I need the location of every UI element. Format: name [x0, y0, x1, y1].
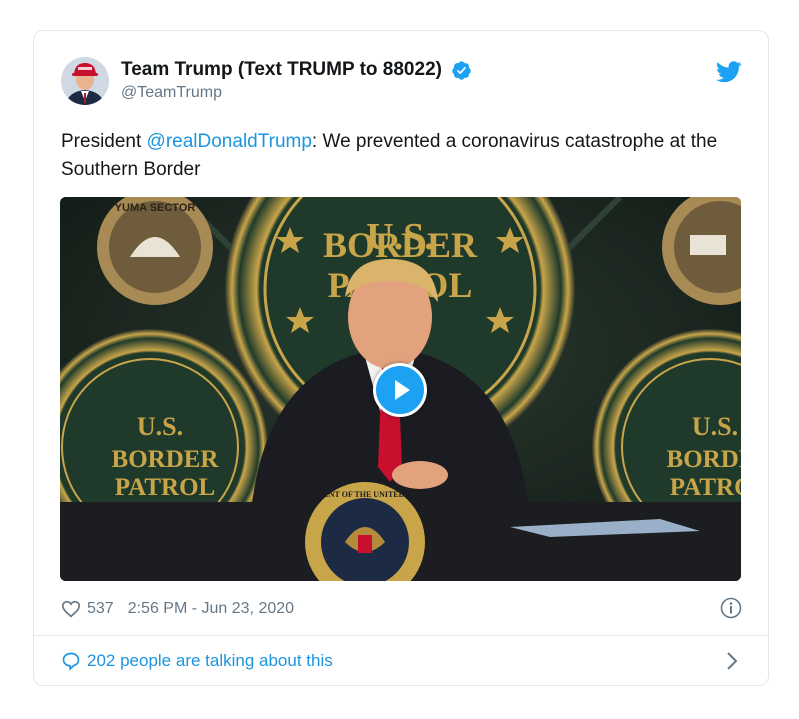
right-seal-bottom-line: PATROL — [670, 474, 741, 501]
like-count[interactable]: 537 — [87, 600, 114, 618]
timestamp[interactable]: 2:56 PM - Jun 23, 2020 — [128, 600, 294, 618]
tweet-text: President @realDonaldTrump: We prevented… — [61, 128, 751, 184]
right-seal-mid-line: BORDER — [667, 446, 741, 473]
divider — [34, 635, 768, 636]
conversation-link[interactable]: 202 people are talking about this — [61, 649, 333, 673]
info-icon[interactable] — [720, 597, 742, 619]
speech-bubble-icon — [62, 652, 80, 671]
conversation-text[interactable]: 202 people are talking about this — [87, 651, 333, 671]
video-player[interactable]: U.S. BORDER PATROL YUMA SECTOR — [60, 197, 741, 581]
tweet-meta: 537 2:56 PM - Jun 23, 2020 — [61, 597, 294, 621]
twitter-bird-icon[interactable] — [716, 61, 742, 83]
sector-text: YUMA SECTOR — [115, 202, 196, 214]
handle[interactable]: @TeamTrump — [121, 84, 472, 102]
heart-icon[interactable] — [61, 600, 81, 618]
tweet-card[interactable]: Team Trump (Text TRUMP to 88022) @TeamTr… — [33, 30, 769, 686]
presidential-seal: PRESIDENT OF THE UNITED STATES — [294, 482, 436, 581]
chevron-right-icon[interactable] — [726, 651, 738, 671]
tweet-header: Team Trump (Text TRUMP to 88022) @TeamTr… — [61, 57, 744, 109]
play-button[interactable] — [373, 363, 427, 417]
play-icon — [395, 380, 410, 400]
mention-link[interactable]: @realDonaldTrump — [147, 131, 312, 152]
left-seal-bottom-line: PATROL — [115, 474, 215, 501]
avatar[interactable] — [61, 57, 109, 105]
author-names: Team Trump (Text TRUMP to 88022) @TeamTr… — [121, 59, 472, 102]
left-seal-mid-line: BORDER — [112, 446, 220, 473]
tweet-text-start: President — [61, 131, 147, 152]
display-name[interactable]: Team Trump (Text TRUMP to 88022) — [121, 59, 442, 81]
left-seal-top-line: U.S. — [137, 412, 183, 441]
presidential-seal-text: PRESIDENT OF THE UNITED STATES — [294, 490, 436, 499]
verified-badge-icon — [452, 60, 472, 80]
right-seal-top-line: U.S. — [692, 412, 738, 441]
seal-mid-line: BORDER — [323, 225, 478, 265]
